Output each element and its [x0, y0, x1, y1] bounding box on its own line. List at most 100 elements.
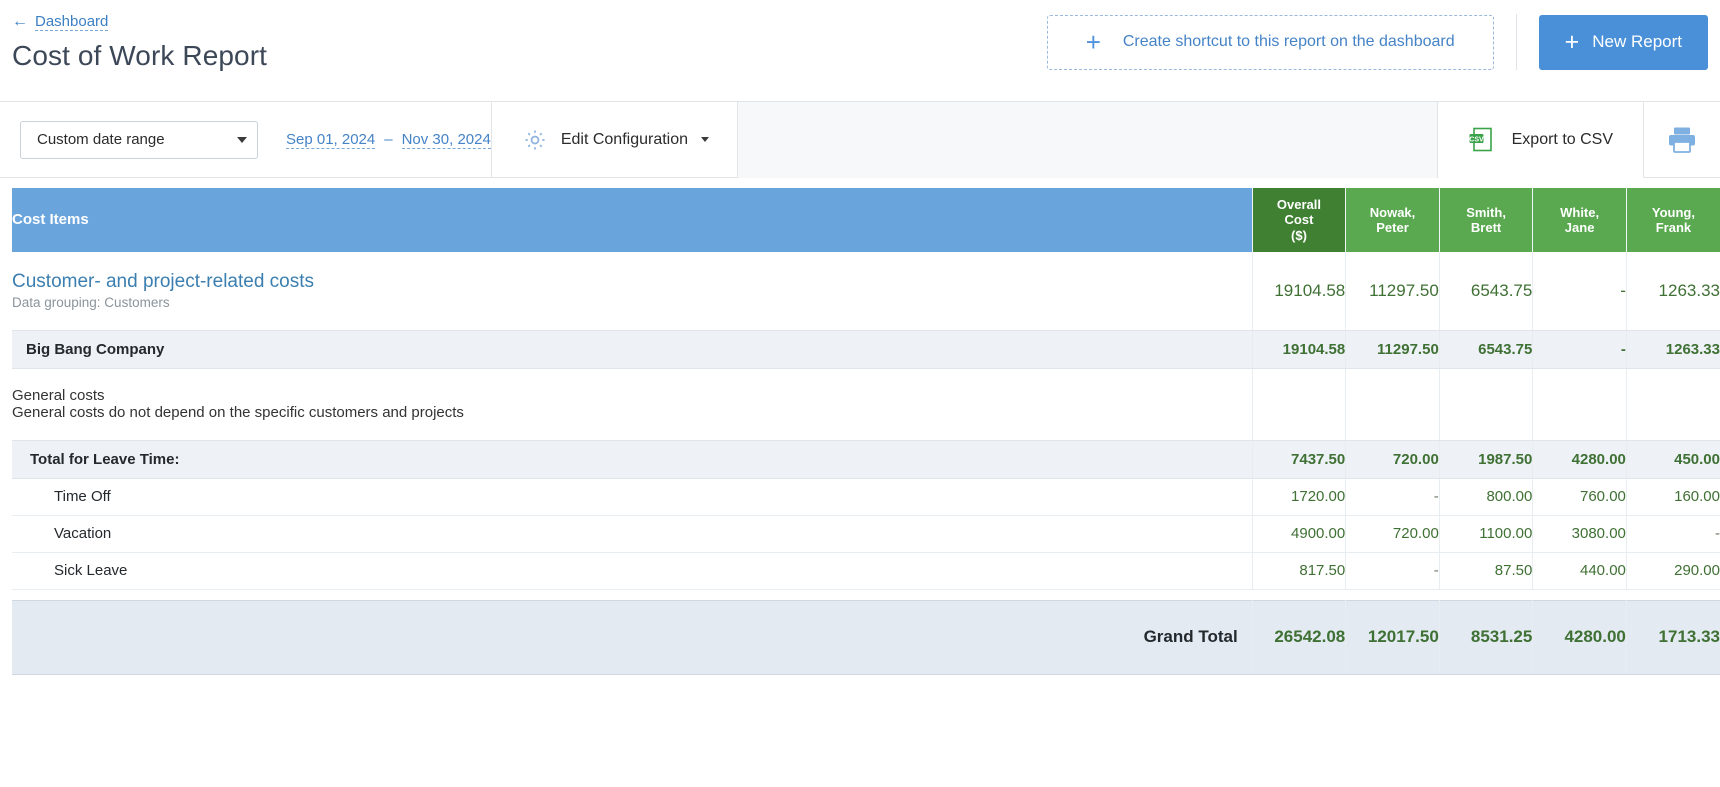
column-header-line: Peter	[1346, 220, 1439, 235]
table-cell-value: 1263.33	[1626, 252, 1720, 330]
print-button[interactable]	[1644, 102, 1720, 178]
column-header-line: Cost	[1253, 212, 1346, 227]
column-header-line: Smith,	[1440, 205, 1533, 220]
date-to[interactable]: Nov 30, 2024	[402, 131, 491, 149]
date-range-preset-value: Custom date range	[37, 131, 165, 148]
column-header-line: Jane	[1533, 220, 1626, 235]
column-header-line: Brett	[1440, 220, 1533, 235]
table-cell-value: 720.00	[1346, 440, 1440, 478]
table-row: Sick Leave817.50-87.50440.00290.00	[12, 552, 1720, 589]
table-cell-value: -	[1346, 552, 1440, 589]
row-group-subtitle: General costs do not depend on the speci…	[12, 404, 1252, 421]
table-cell-value: 1720.00	[1252, 478, 1346, 515]
table-cell-value: 1100.00	[1439, 515, 1533, 552]
table-header-row: Cost Items OverallCost($) Nowak,Peter Sm…	[12, 188, 1720, 252]
table-cell-value: 160.00	[1626, 478, 1720, 515]
export-to-csv-button[interactable]: CSV Export to CSV	[1438, 102, 1643, 178]
table-spacer-row	[12, 589, 1720, 600]
chevron-down-icon	[701, 137, 709, 142]
grand-total-row: Grand Total26542.0812017.508531.254280.0…	[12, 600, 1720, 674]
gear-icon	[522, 127, 548, 153]
report-table-container: Cost Items OverallCost($) Nowak,Peter Sm…	[0, 178, 1720, 675]
new-report-label: New Report	[1592, 32, 1682, 52]
table-cell-value: -	[1533, 252, 1627, 330]
table-spacer-cell	[12, 589, 1720, 600]
table-cell-value: -	[1626, 515, 1720, 552]
table-cell-value: 26542.08	[1252, 600, 1346, 674]
cost-of-work-table: Cost Items OverallCost($) Nowak,Peter Sm…	[12, 188, 1720, 675]
table-cell-value: -	[1346, 478, 1440, 515]
table-cell-value: 6543.75	[1439, 252, 1533, 330]
table-head: Cost Items OverallCost($) Nowak,Peter Sm…	[12, 188, 1720, 252]
table-cell-value: 800.00	[1439, 478, 1533, 515]
table-cell-label: Vacation	[12, 515, 1252, 552]
table-cell-value: 1987.50	[1439, 440, 1533, 478]
date-controls: Custom date range Sep 01, 2024 – Nov 30,…	[0, 102, 491, 178]
table-cell-value: 1263.33	[1626, 330, 1720, 368]
edit-configuration-button[interactable]: Edit Configuration	[492, 102, 737, 178]
create-shortcut-button[interactable]: + Create shortcut to this report on the …	[1047, 15, 1494, 70]
date-range-preset-select[interactable]: Custom date range	[20, 121, 258, 159]
row-group-title[interactable]: General costs	[12, 387, 1252, 404]
page-header: ← Dashboard Cost of Work Report + Create…	[0, 0, 1720, 102]
table-cell-value: 11297.50	[1346, 330, 1440, 368]
table-cell-value	[1346, 368, 1440, 440]
table-cell-value: 87.50	[1439, 552, 1533, 589]
table-cell-value: 11297.50	[1346, 252, 1440, 330]
new-report-button[interactable]: + New Report	[1539, 15, 1708, 70]
column-header-line: White,	[1533, 205, 1626, 220]
table-row: Vacation4900.00720.001100.003080.00-	[12, 515, 1720, 552]
table-cell-value	[1533, 368, 1627, 440]
table-row: General costsGeneral costs do not depend…	[12, 368, 1720, 440]
plus-icon: +	[1565, 30, 1580, 55]
table-cell-value: -	[1533, 330, 1627, 368]
table-cell-value: 8531.25	[1439, 600, 1533, 674]
edit-configuration-label: Edit Configuration	[561, 131, 688, 149]
column-header-line: Nowak,	[1346, 205, 1439, 220]
header-actions: + Create shortcut to this report on the …	[1047, 14, 1708, 70]
table-cell-value	[1626, 368, 1720, 440]
report-toolbar: Custom date range Sep 01, 2024 – Nov 30,…	[0, 102, 1720, 178]
column-header-person-3: White,Jane	[1533, 188, 1627, 252]
table-cell-value: 19104.58	[1252, 330, 1346, 368]
table-cell-value: 6543.75	[1439, 330, 1533, 368]
chevron-down-icon	[237, 137, 247, 143]
column-header-line: Overall	[1253, 197, 1346, 212]
column-header-line: Frank	[1627, 220, 1720, 235]
table-row: Customer- and project-related costs Data …	[12, 252, 1720, 330]
table-cell-value: 760.00	[1533, 478, 1627, 515]
table-cell-value: 1713.33	[1626, 600, 1720, 674]
table-cell-value: 3080.00	[1533, 515, 1627, 552]
table-cell-value: 450.00	[1626, 440, 1720, 478]
column-header-line: ($)	[1253, 228, 1346, 243]
table-cell-label: Total for Leave Time:	[12, 440, 1252, 478]
export-to-csv-label: Export to CSV	[1512, 131, 1613, 149]
printer-icon	[1667, 126, 1697, 153]
table-cell-label: Big Bang Company	[12, 330, 1252, 368]
arrow-left-icon: ←	[12, 14, 28, 30]
plus-icon: +	[1086, 29, 1101, 55]
table-cell-value: 440.00	[1533, 552, 1627, 589]
table-row: Time Off1720.00-800.00760.00160.00	[12, 478, 1720, 515]
table-cell-value: 817.50	[1252, 552, 1346, 589]
table-cell-value: 12017.50	[1346, 600, 1440, 674]
table-cell-label: Customer- and project-related costs Data …	[12, 252, 1252, 330]
table-cell-value: 4280.00	[1533, 440, 1627, 478]
table-cell-label: Time Off	[12, 478, 1252, 515]
table-cell-value: 290.00	[1626, 552, 1720, 589]
column-header-overall-cost: OverallCost($)	[1252, 188, 1346, 252]
table-cell-value: 4280.00	[1533, 600, 1627, 674]
table-cell-value: 4900.00	[1252, 515, 1346, 552]
header-divider	[1516, 14, 1517, 70]
table-cell-value: 7437.50	[1252, 440, 1346, 478]
table-row: Total for Leave Time:7437.50720.001987.5…	[12, 440, 1720, 478]
date-from[interactable]: Sep 01, 2024	[286, 131, 375, 149]
column-header-cost-items: Cost Items	[12, 188, 1252, 252]
date-range-display: Sep 01, 2024 – Nov 30, 2024	[286, 131, 491, 149]
row-group-subtitle: Data grouping: Customers	[12, 295, 1252, 310]
table-cell-label: General costsGeneral costs do not depend…	[12, 368, 1252, 440]
grand-total-label: Grand Total	[12, 600, 1252, 674]
row-group-title[interactable]: Customer- and project-related costs	[12, 271, 1252, 293]
table-row: Big Bang Company19104.5811297.506543.75-…	[12, 330, 1720, 368]
breadcrumb-dashboard-link[interactable]: Dashboard	[35, 13, 108, 31]
